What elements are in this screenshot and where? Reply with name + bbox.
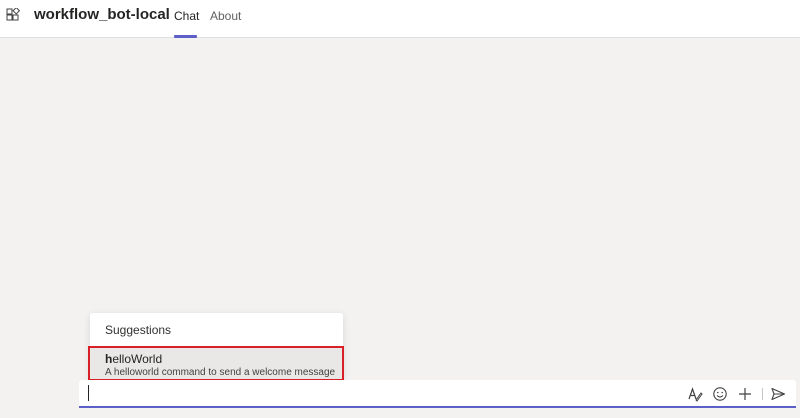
message-composer — [79, 380, 796, 408]
app-header: workflow_bot-local Chat About — [0, 0, 800, 38]
message-input[interactable] — [87, 384, 671, 404]
suggestion-item-helloworld[interactable]: helloWorld A helloworld command to send … — [90, 347, 343, 380]
text-caret — [88, 385, 89, 401]
plus-icon[interactable] — [736, 385, 754, 403]
suggestion-command-rest: elloWorld — [112, 352, 163, 366]
suggestions-popup: Suggestions helloWorld A helloworld comm… — [90, 313, 343, 380]
apps-grid-icon[interactable] — [6, 8, 20, 22]
teams-app-window: workflow_bot-local Chat About Suggestion… — [0, 0, 800, 418]
suggestion-command: helloWorld — [105, 352, 162, 366]
app-title: workflow_bot-local — [34, 6, 170, 23]
tab-chat[interactable]: Chat — [174, 9, 199, 23]
send-icon[interactable] — [769, 385, 787, 403]
format-text-icon[interactable] — [686, 385, 704, 403]
emoji-icon[interactable] — [711, 385, 729, 403]
suggestions-title: Suggestions — [105, 323, 172, 337]
suggestion-description: A helloworld command to send a welcome m… — [105, 367, 336, 378]
composer-divider — [762, 388, 763, 400]
tab-about[interactable]: About — [210, 9, 241, 23]
